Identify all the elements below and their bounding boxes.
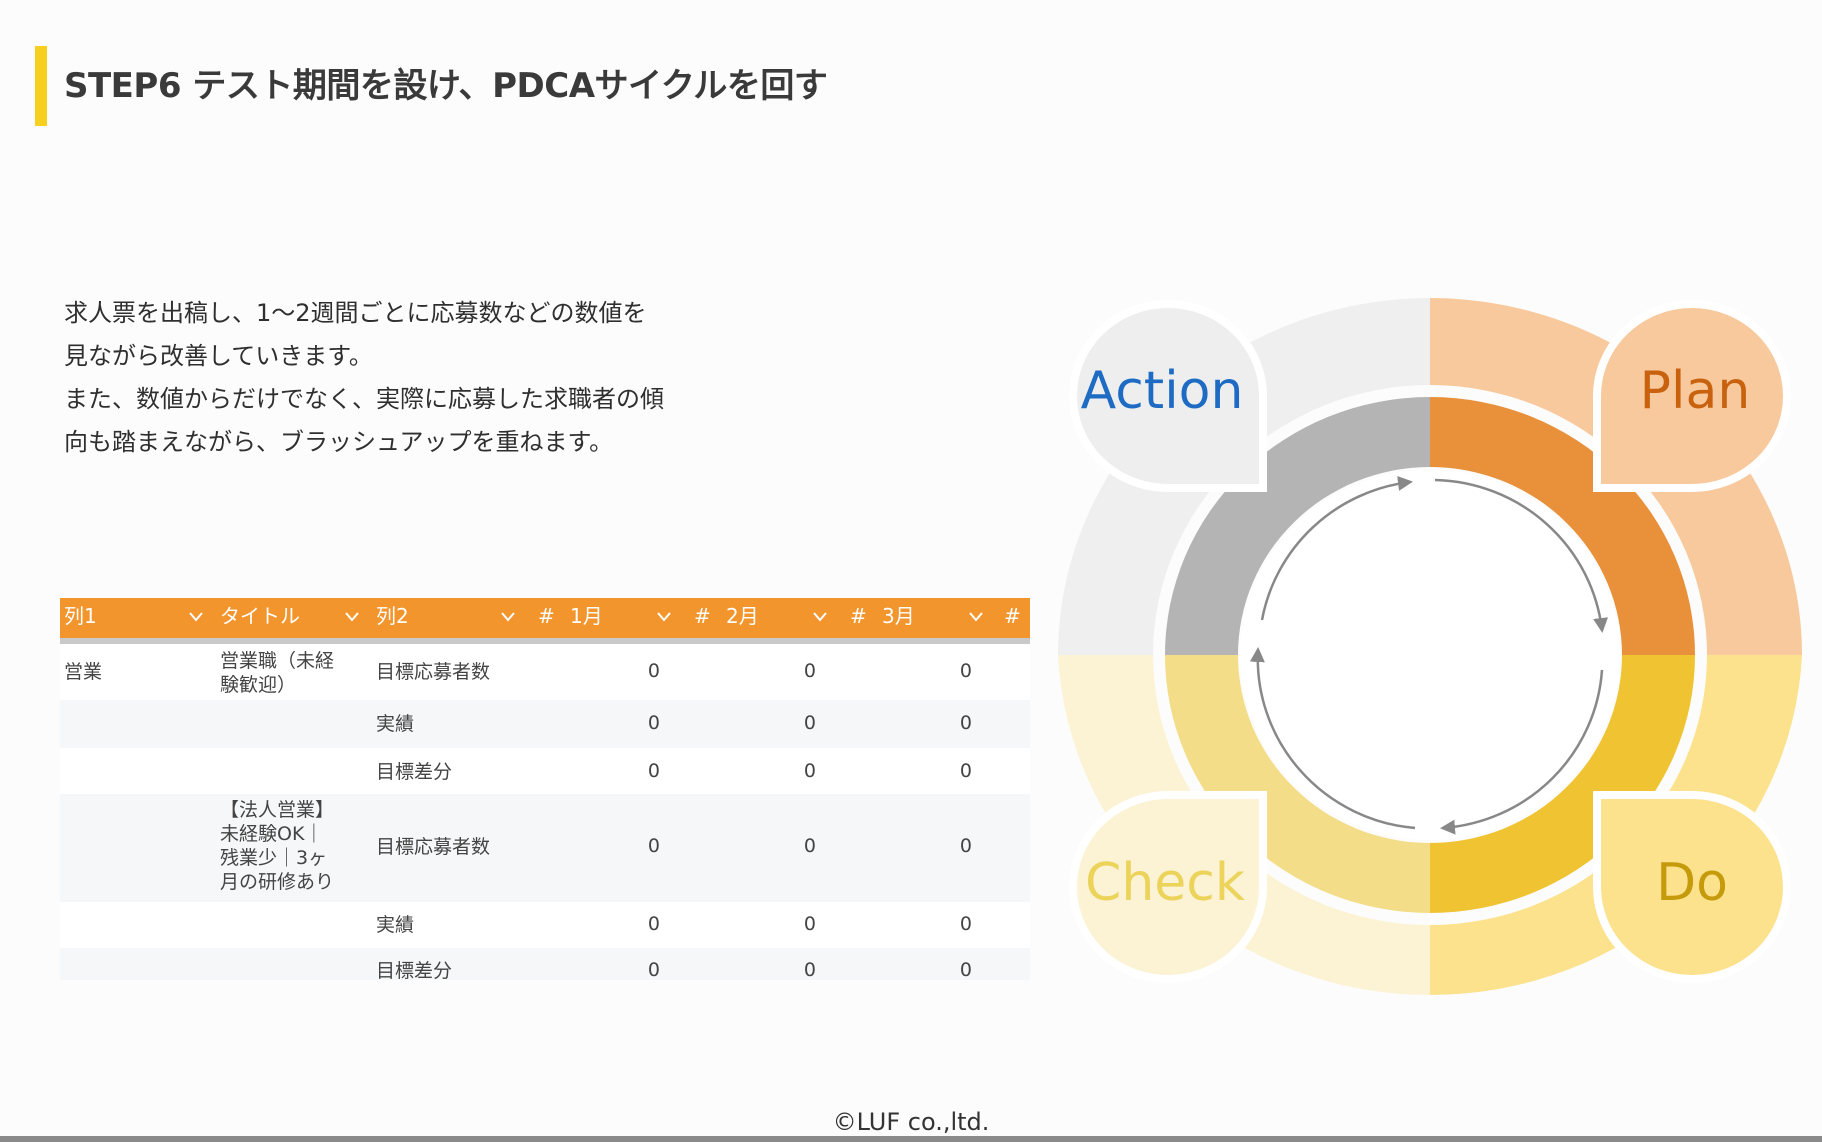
cell-month3: 0 <box>959 959 972 980</box>
pdca-diagram: Action Plan Do Check <box>1050 290 1810 1010</box>
description-line: また、数値からだけでなく、実際に応募した求職者の傾 <box>64 385 664 413</box>
cell-col2: 目標応募者数 <box>376 661 491 683</box>
table-header: 列1 タイトル 列2 # 1月 # 2月 # 3月 # <box>60 598 1030 644</box>
hash-icon: # <box>694 604 711 628</box>
plan-label: Plan <box>1640 361 1751 421</box>
description-line: 見ながら改善していきます。 <box>64 342 373 370</box>
hash-icon: # <box>850 604 867 628</box>
bottom-divider <box>0 1136 1822 1142</box>
header-title-label: タイトル <box>220 604 300 628</box>
cell-month1: 0 <box>647 712 660 734</box>
cell-col2: 目標差分 <box>376 960 453 980</box>
chevron-down-icon[interactable] <box>188 610 204 624</box>
header-col1-label: 列1 <box>64 604 97 628</box>
header-month2[interactable]: # 2月 <box>694 598 840 638</box>
hash-icon: # <box>538 604 555 628</box>
header-col1[interactable]: 列1 <box>60 598 216 638</box>
chevron-down-icon[interactable] <box>812 610 828 624</box>
cell-month1: 0 <box>647 760 660 782</box>
chevron-down-icon[interactable] <box>656 610 672 624</box>
header-col2-label: 列2 <box>376 604 409 628</box>
description-line: 向も踏まえながら、ブラッシュアップを重ねます。 <box>64 428 614 456</box>
cell-month2: 0 <box>803 760 816 782</box>
cell-month1: 0 <box>647 835 660 857</box>
title-accent-bar <box>35 46 47 126</box>
cell-title-line: 月の研修あり <box>220 871 335 893</box>
cell-month3: 0 <box>959 835 972 857</box>
copyright: ©LUF co.,ltd. <box>832 1108 990 1136</box>
cell-month3: 0 <box>959 913 972 935</box>
cell-title: 営業職（未経 験歓迎） <box>220 649 334 697</box>
chevron-down-icon[interactable] <box>344 610 360 624</box>
cell-month2: 0 <box>803 959 816 980</box>
table-row[interactable]: 実績 0 0 0 <box>60 700 1030 748</box>
chevron-down-icon[interactable] <box>968 610 984 624</box>
cell-month2: 0 <box>803 835 816 857</box>
cell-month3: 0 <box>959 760 972 782</box>
header-month1-label: 1月 <box>570 604 603 628</box>
cell-col1: 営業 <box>64 661 103 683</box>
header-col2[interactable]: 列2 <box>372 598 528 638</box>
cell-col2: 目標差分 <box>376 761 453 783</box>
inner-circle <box>1240 470 1620 840</box>
cell-title-line: 【法人営業】 <box>220 799 335 821</box>
description-line: 求人票を出稿し、1〜2週間ごとに応募数などの数値を <box>64 299 647 327</box>
table-row[interactable]: 【法人営業】 未経験OK｜ 残業少｜3ヶ 月の研修あり 目標応募者数 0 0 0 <box>60 794 1030 902</box>
cell-month2: 0 <box>803 712 816 734</box>
header-month3[interactable]: # 3月 <box>850 598 996 638</box>
cell-col2: 実績 <box>376 713 415 735</box>
table-row[interactable]: 目標差分 0 0 0 <box>60 748 1030 794</box>
cell-title-line: 残業少｜3ヶ <box>220 847 328 869</box>
cell-col2: 目標応募者数 <box>376 836 491 858</box>
cell-title: 【法人営業】 未経験OK｜ 残業少｜3ヶ 月の研修あり <box>220 798 334 894</box>
pdca-svg: Action Plan Do Check <box>1058 298 1802 996</box>
hash-icon: # <box>1004 604 1021 628</box>
table-row[interactable]: 目標差分 0 0 0 <box>60 948 1030 980</box>
recruitment-table: 列1 タイトル 列2 # 1月 # 2月 # 3月 # 営業 営業職（未経 験歓… <box>60 598 1030 980</box>
action-label: Action <box>1081 361 1244 421</box>
table-row[interactable]: 実績 0 0 0 <box>60 902 1030 948</box>
cell-month1: 0 <box>647 959 660 980</box>
cell-title-line: 未経験OK｜ <box>220 823 324 845</box>
description: 求人票を出稿し、1〜2週間ごとに応募数などの数値を 見ながら改善していきます。 … <box>64 292 724 464</box>
cell-month3: 0 <box>959 660 972 682</box>
cell-month1: 0 <box>647 660 660 682</box>
cell-month1: 0 <box>647 913 660 935</box>
chevron-down-icon[interactable] <box>500 610 516 624</box>
table-row[interactable]: 営業 営業職（未経 験歓迎） 目標応募者数 0 0 0 <box>60 644 1030 700</box>
cell-month2: 0 <box>803 660 816 682</box>
header-month1[interactable]: # 1月 <box>538 598 684 638</box>
page-title: STEP6 テスト期間を設け、PDCAサイクルを回す <box>64 66 828 106</box>
header-month2-label: 2月 <box>726 604 759 628</box>
cell-month2: 0 <box>803 913 816 935</box>
header-more[interactable]: # <box>1000 598 1030 638</box>
cell-month3: 0 <box>959 712 972 734</box>
header-month3-label: 3月 <box>882 604 915 628</box>
do-label: Do <box>1656 853 1728 913</box>
header-title[interactable]: タイトル <box>216 598 372 638</box>
cell-title-line: 験歓迎） <box>220 674 297 696</box>
cell-col2: 実績 <box>376 914 415 936</box>
check-label: Check <box>1085 853 1245 913</box>
cell-title-line: 営業職（未経 <box>220 650 335 672</box>
